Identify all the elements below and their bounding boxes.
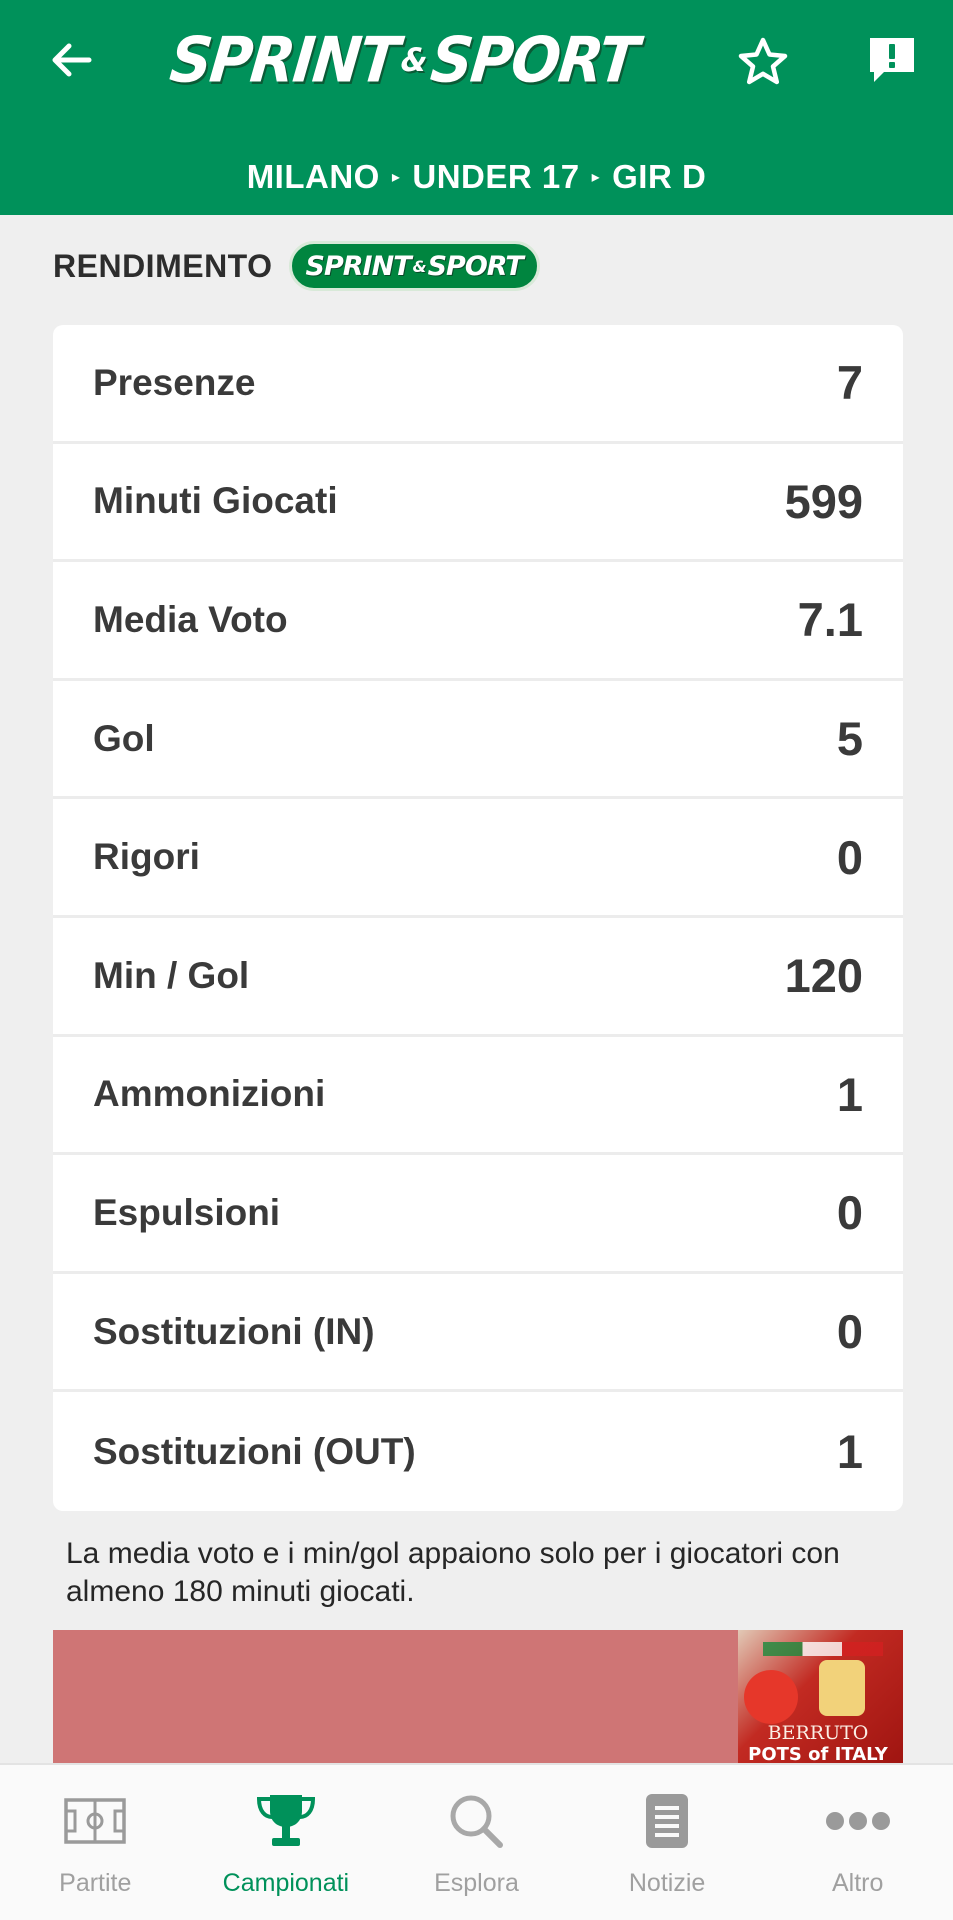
ad-product-image: BERRUTO POTS of ITALY xyxy=(738,1630,903,1770)
section-title: RENDIMENTO xyxy=(53,247,273,284)
more-icon xyxy=(823,1789,893,1853)
pitch-icon xyxy=(60,1789,130,1853)
star-icon xyxy=(738,37,788,85)
stat-value: 0 xyxy=(836,1305,863,1359)
ad-banner[interactable]: BERRUTO POTS of ITALY xyxy=(53,1630,903,1770)
arrow-left-icon xyxy=(52,43,92,77)
breadcrumb-category[interactable]: UNDER 17 xyxy=(412,158,579,196)
breadcrumb: MILANO ▸ UNDER 17 ▸ GIR D xyxy=(0,152,953,202)
app-header: SPRINT & SPORT MILANO ▸ UNDER 17 ▸ GIR D xyxy=(0,0,953,215)
nav-label: Partite xyxy=(59,1869,132,1897)
stat-label: Gol xyxy=(93,717,155,759)
stat-row-presenze: Presenze 7 xyxy=(53,325,903,444)
pasta-image xyxy=(819,1660,865,1716)
stats-card: Presenze 7 Minuti Giocati 599 Media Voto… xyxy=(53,325,903,1511)
breadcrumb-separator: ▸ xyxy=(391,169,401,186)
stat-row-min-gol: Min / Gol 120 xyxy=(53,918,903,1037)
stat-value: 120 xyxy=(784,949,863,1003)
breadcrumb-city[interactable]: MILANO xyxy=(247,158,380,196)
tomato-image xyxy=(744,1670,798,1724)
stat-row-media-voto: Media Voto 7.1 xyxy=(53,562,903,681)
report-button[interactable] xyxy=(852,20,932,100)
nav-label: Altro xyxy=(831,1869,884,1897)
nav-label: Notizie xyxy=(628,1869,706,1897)
stat-value: 7 xyxy=(836,356,863,410)
stat-row-sostituzioni-in: Sostituzioni (IN) 0 xyxy=(53,1274,903,1393)
nav-item-esplora[interactable]: Esplora xyxy=(381,1765,572,1920)
stat-label: Sostituzioni (OUT) xyxy=(93,1430,416,1472)
stat-row-rigori: Rigori 0 xyxy=(53,799,903,918)
stat-label: Ammonizioni xyxy=(93,1073,326,1115)
bottom-navigation: Partite Campionati Esplora Notizie Altro xyxy=(0,1763,953,1920)
stat-value: 7.1 xyxy=(797,593,863,647)
stat-value: 599 xyxy=(784,474,863,528)
stat-label: Sostituzioni (IN) xyxy=(93,1310,375,1352)
stat-value: 0 xyxy=(836,830,863,884)
italian-flag-stripe xyxy=(763,1642,883,1656)
breadcrumb-group[interactable]: GIR D xyxy=(612,158,706,196)
stat-value: 5 xyxy=(836,712,863,766)
news-icon xyxy=(632,1789,702,1853)
breadcrumb-separator: ▸ xyxy=(591,169,601,186)
stat-label: Presenze xyxy=(93,361,256,403)
back-button[interactable] xyxy=(32,20,112,100)
search-icon xyxy=(441,1789,511,1853)
stat-label: Espulsioni xyxy=(93,1191,281,1233)
nav-label: Campionati xyxy=(222,1869,350,1897)
stat-row-minuti-giocati: Minuti Giocati 599 xyxy=(53,444,903,563)
nav-item-partite[interactable]: Partite xyxy=(0,1765,191,1920)
stat-label: Min / Gol xyxy=(93,954,250,996)
sprint-sport-logo: SPRINT & SPORT xyxy=(166,23,641,97)
stat-row-espulsioni: Espulsioni 0 xyxy=(53,1155,903,1274)
stat-label: Minuti Giocati xyxy=(93,480,338,522)
stat-label: Media Voto xyxy=(93,598,288,640)
stat-row-sostituzioni-out: Sostituzioni (OUT) 1 xyxy=(53,1392,903,1511)
nav-label: Esplora xyxy=(434,1869,519,1897)
section-header: RENDIMENTO SPRINT & SPORT xyxy=(53,240,540,292)
nav-item-campionati[interactable]: Campionati xyxy=(191,1765,382,1920)
stat-value: 1 xyxy=(836,1425,863,1479)
nav-item-altro[interactable]: Altro xyxy=(762,1765,953,1920)
alert-bubble-icon xyxy=(870,38,914,82)
stat-value: 1 xyxy=(836,1067,863,1121)
trophy-icon xyxy=(251,1789,321,1853)
stats-footnote: La media voto e i min/gol appaiono solo … xyxy=(66,1537,840,1608)
stat-label: Rigori xyxy=(93,836,200,878)
stat-value: 0 xyxy=(836,1186,863,1240)
favorite-button[interactable] xyxy=(723,22,803,102)
stat-row-gol: Gol 5 xyxy=(53,681,903,800)
nav-item-notizie[interactable]: Notizie xyxy=(572,1765,763,1920)
ad-brand-text: BERRUTO POTS of ITALY xyxy=(748,1722,888,1765)
stat-row-ammonizioni: Ammonizioni 1 xyxy=(53,1037,903,1156)
sprint-sport-badge: SPRINT & SPORT xyxy=(288,241,540,291)
